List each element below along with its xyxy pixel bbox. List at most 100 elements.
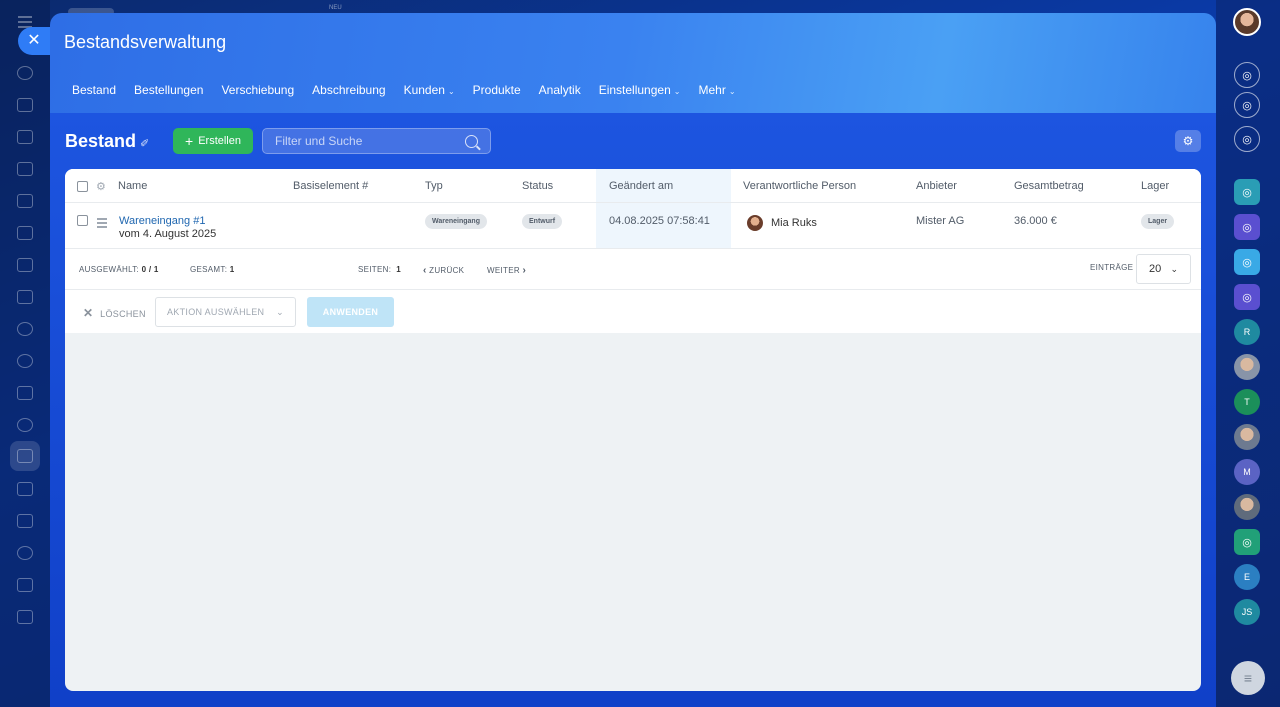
select-all-checkbox[interactable] <box>77 181 88 192</box>
nav-item-abschreibung[interactable]: Abschreibung <box>312 83 385 97</box>
delete-label: LÖSCHEN <box>100 309 146 319</box>
nav-item-label: Mehr <box>698 83 726 97</box>
type-badge: Wareneingang <box>425 214 487 229</box>
create-button[interactable]: + Erstellen <box>173 128 253 154</box>
chevron-down-icon: ⌄ <box>1170 263 1178 274</box>
search-input[interactable] <box>275 134 465 148</box>
page-title: Bestand <box>65 131 137 151</box>
board-icon[interactable] <box>17 386 33 400</box>
inventory-icon[interactable] <box>17 449 33 463</box>
column-header-modified[interactable]: Geändert am <box>609 180 673 192</box>
nav-item-bestellungen[interactable]: Bestellungen <box>134 83 203 97</box>
contact-avatar[interactable]: T <box>1234 389 1260 415</box>
data-grid: ⚙ Name Basiselement # Typ Status Geänder… <box>65 169 1201 333</box>
nav-item-label: Verschiebung <box>221 83 295 97</box>
nav-item-mehr[interactable]: Mehr ⌄ <box>698 83 735 97</box>
nav-item-analytik[interactable]: Analytik <box>539 83 581 97</box>
column-header-vendor[interactable]: Anbieter <box>916 180 957 192</box>
column-header-name[interactable]: Name <box>118 180 147 192</box>
nav-item-bestand[interactable]: Bestand <box>72 83 116 97</box>
message-icon[interactable]: ◎ <box>1234 249 1260 275</box>
bell-icon[interactable]: ◎ <box>1234 62 1260 88</box>
refresh-icon[interactable] <box>17 418 33 432</box>
row-menu-icon[interactable] <box>97 218 107 230</box>
vendor-name: Mister AG <box>916 215 965 227</box>
group-icon[interactable] <box>17 578 33 592</box>
column-header-type[interactable]: Typ <box>425 180 443 192</box>
chat-list-icon[interactable]: ≡ <box>1231 661 1265 695</box>
nav-item-produkte[interactable]: Produkte <box>473 83 521 97</box>
table-row[interactable]: Wareneingang #1 vom 4. August 2025 Waren… <box>65 204 1201 249</box>
document-link[interactable]: Wareneingang #1 <box>119 215 205 227</box>
chat-icon[interactable] <box>17 130 33 144</box>
card-icon[interactable] <box>17 258 33 272</box>
column-header-storage[interactable]: Lager <box>1141 180 1169 192</box>
chevron-down-icon: ⌄ <box>728 87 736 96</box>
grid-card: ⚙ Name Basiselement # Typ Status Geänder… <box>65 169 1201 691</box>
nav-item-verschiebung[interactable]: Verschiebung <box>221 83 294 97</box>
selected-label: AUSGEWÄHLT: <box>79 265 140 274</box>
avatar[interactable] <box>1234 494 1260 520</box>
close-icon[interactable]: ✕ <box>18 27 50 55</box>
column-settings-icon[interactable]: ⚙ <box>96 180 106 193</box>
contacts-icon[interactable] <box>17 322 33 336</box>
sheet-icon[interactable]: ◎ <box>1234 529 1260 555</box>
entries-label: EINTRÄGE <box>1090 263 1134 272</box>
column-header-total[interactable]: Gesamtbetrag <box>1014 180 1084 192</box>
prev-page-link[interactable]: ‹ ZURÜCK <box>423 265 464 276</box>
action-bar: ✕ LÖSCHEN AKTION AUSWÄHLEN ⌄ ANWENDEN <box>65 291 1201 333</box>
avatar[interactable] <box>1234 424 1260 450</box>
mail-icon[interactable] <box>17 290 33 304</box>
cart-icon[interactable] <box>17 514 33 528</box>
delete-button[interactable]: ✕ LÖSCHEN <box>83 306 146 320</box>
settings-button[interactable]: ⚙ <box>1175 130 1201 152</box>
storage-badge: Lager <box>1141 214 1175 229</box>
nav-item-kunden[interactable]: Kunden ⌄ <box>404 83 455 97</box>
contact-avatar[interactable]: R <box>1234 319 1260 345</box>
chevron-left-icon: ‹ <box>423 265 427 276</box>
entries-per-page-select[interactable]: 20 ⌄ <box>1136 254 1191 284</box>
avatar[interactable] <box>1234 354 1260 380</box>
chart-icon[interactable] <box>17 482 33 496</box>
contact-avatar[interactable]: M <box>1234 459 1260 485</box>
pin-icon[interactable]: ✐ <box>140 137 149 150</box>
selected-value: 0 / 1 <box>141 265 159 274</box>
apply-button[interactable]: ANWENDEN <box>307 297 394 327</box>
column-header-status[interactable]: Status <box>522 180 553 192</box>
checkbox-icon[interactable] <box>17 226 33 240</box>
gear-icon[interactable] <box>17 66 33 80</box>
next-page-link[interactable]: WEITER › <box>487 265 526 276</box>
chevron-right-icon: › <box>522 265 527 276</box>
at-sign-icon[interactable]: ◎ <box>1234 214 1260 240</box>
selected-count: AUSGEWÄHLT: 0 / 1 <box>79 265 159 274</box>
nav-item-label: Bestand <box>72 83 117 97</box>
status-badge: Entwurf <box>522 214 563 229</box>
person-name[interactable]: Mia Ruks <box>771 217 817 229</box>
location-icon[interactable] <box>17 546 33 560</box>
action-select[interactable]: AKTION AUSWÄHLEN ⌄ <box>155 297 296 327</box>
at-sign-icon[interactable]: ◎ <box>1234 284 1260 310</box>
column-header-person[interactable]: Verantwortliche Person <box>743 180 856 192</box>
storage-icon[interactable] <box>17 610 33 624</box>
column-header-base-element[interactable]: Basiselement # <box>293 180 368 192</box>
nav-item-label: Bestellungen <box>134 83 204 97</box>
pages-label: SEITEN: <box>358 265 392 274</box>
contact-avatar[interactable]: E <box>1234 564 1260 590</box>
row-checkbox[interactable] <box>77 215 88 226</box>
pages-value: 1 <box>396 265 402 274</box>
total-amount: 36.000 € <box>1014 215 1057 227</box>
at-sign-icon[interactable]: ◎ <box>1234 92 1260 118</box>
calendar-icon[interactable] <box>17 162 33 176</box>
document-icon[interactable] <box>17 194 33 208</box>
document-search-icon[interactable]: ◎ <box>1234 179 1260 205</box>
left-sidebar <box>0 0 50 707</box>
search-box[interactable] <box>262 128 491 154</box>
entries-value: 20 <box>1149 263 1162 275</box>
target-icon[interactable] <box>17 354 33 368</box>
news-icon[interactable] <box>17 98 33 112</box>
nav-item-einstellungen[interactable]: Einstellungen ⌄ <box>599 83 681 97</box>
chat-search-icon[interactable]: ◎ <box>1234 126 1260 152</box>
user-avatar[interactable] <box>1233 8 1261 36</box>
search-icon[interactable] <box>465 134 478 148</box>
contact-avatar[interactable]: JS <box>1234 599 1260 625</box>
